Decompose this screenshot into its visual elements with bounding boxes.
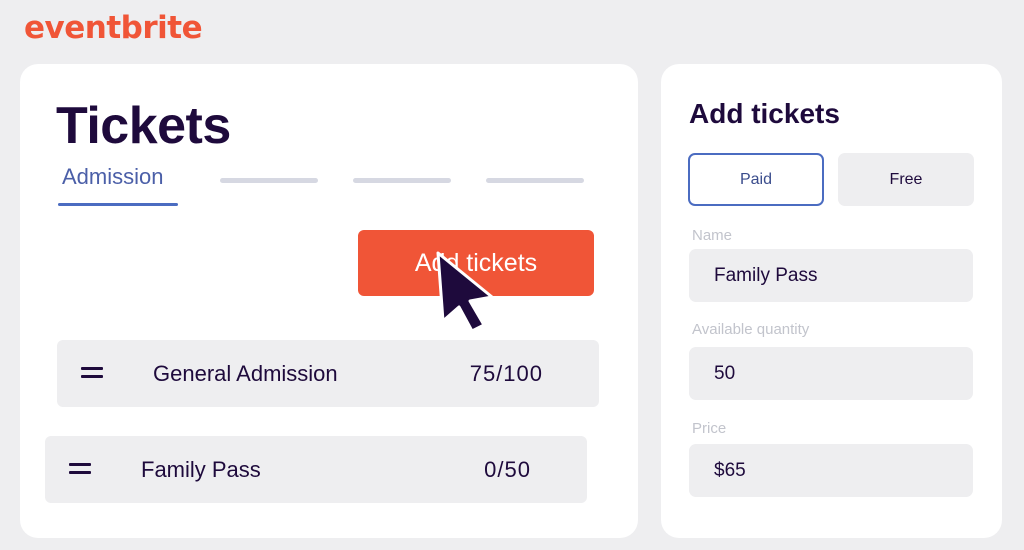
- tab-active-indicator: [58, 203, 178, 206]
- quantity-field[interactable]: 50: [689, 347, 973, 400]
- tab-placeholder[interactable]: [220, 178, 318, 183]
- tab-placeholder[interactable]: [486, 178, 584, 183]
- price-label: Price: [692, 420, 727, 437]
- eventbrite-logo: eventbrite: [24, 10, 203, 46]
- tab-placeholder[interactable]: [353, 178, 451, 183]
- ticket-name: Family Pass: [141, 457, 261, 482]
- page-title: Tickets: [56, 97, 231, 155]
- add-tickets-card: Add tickets Paid Free Name Family Pass A…: [661, 64, 1002, 538]
- free-toggle-button[interactable]: Free: [838, 153, 974, 206]
- tab-admission[interactable]: Admission: [62, 164, 163, 190]
- price-field[interactable]: $65: [689, 444, 973, 497]
- name-label: Name: [692, 227, 733, 244]
- add-tickets-title: Add tickets: [689, 98, 840, 129]
- quantity-label: Available quantity: [692, 321, 810, 338]
- ticket-row[interactable]: General Admission 75/100: [57, 340, 599, 407]
- ticket-quantity: 75/100: [469, 361, 543, 386]
- ticket-quantity: 0/50: [484, 457, 531, 482]
- drag-handle-icon[interactable]: [81, 367, 103, 381]
- tickets-card: Tickets Admission Add tickets General Ad…: [20, 64, 638, 538]
- arrow-pointer-icon: [436, 251, 494, 333]
- ticket-row[interactable]: Family Pass 0/50: [45, 436, 587, 503]
- paid-toggle-button[interactable]: Paid: [688, 153, 824, 206]
- ticket-name: General Admission: [153, 361, 338, 386]
- name-field[interactable]: Family Pass: [689, 249, 973, 302]
- drag-handle-icon[interactable]: [69, 463, 91, 477]
